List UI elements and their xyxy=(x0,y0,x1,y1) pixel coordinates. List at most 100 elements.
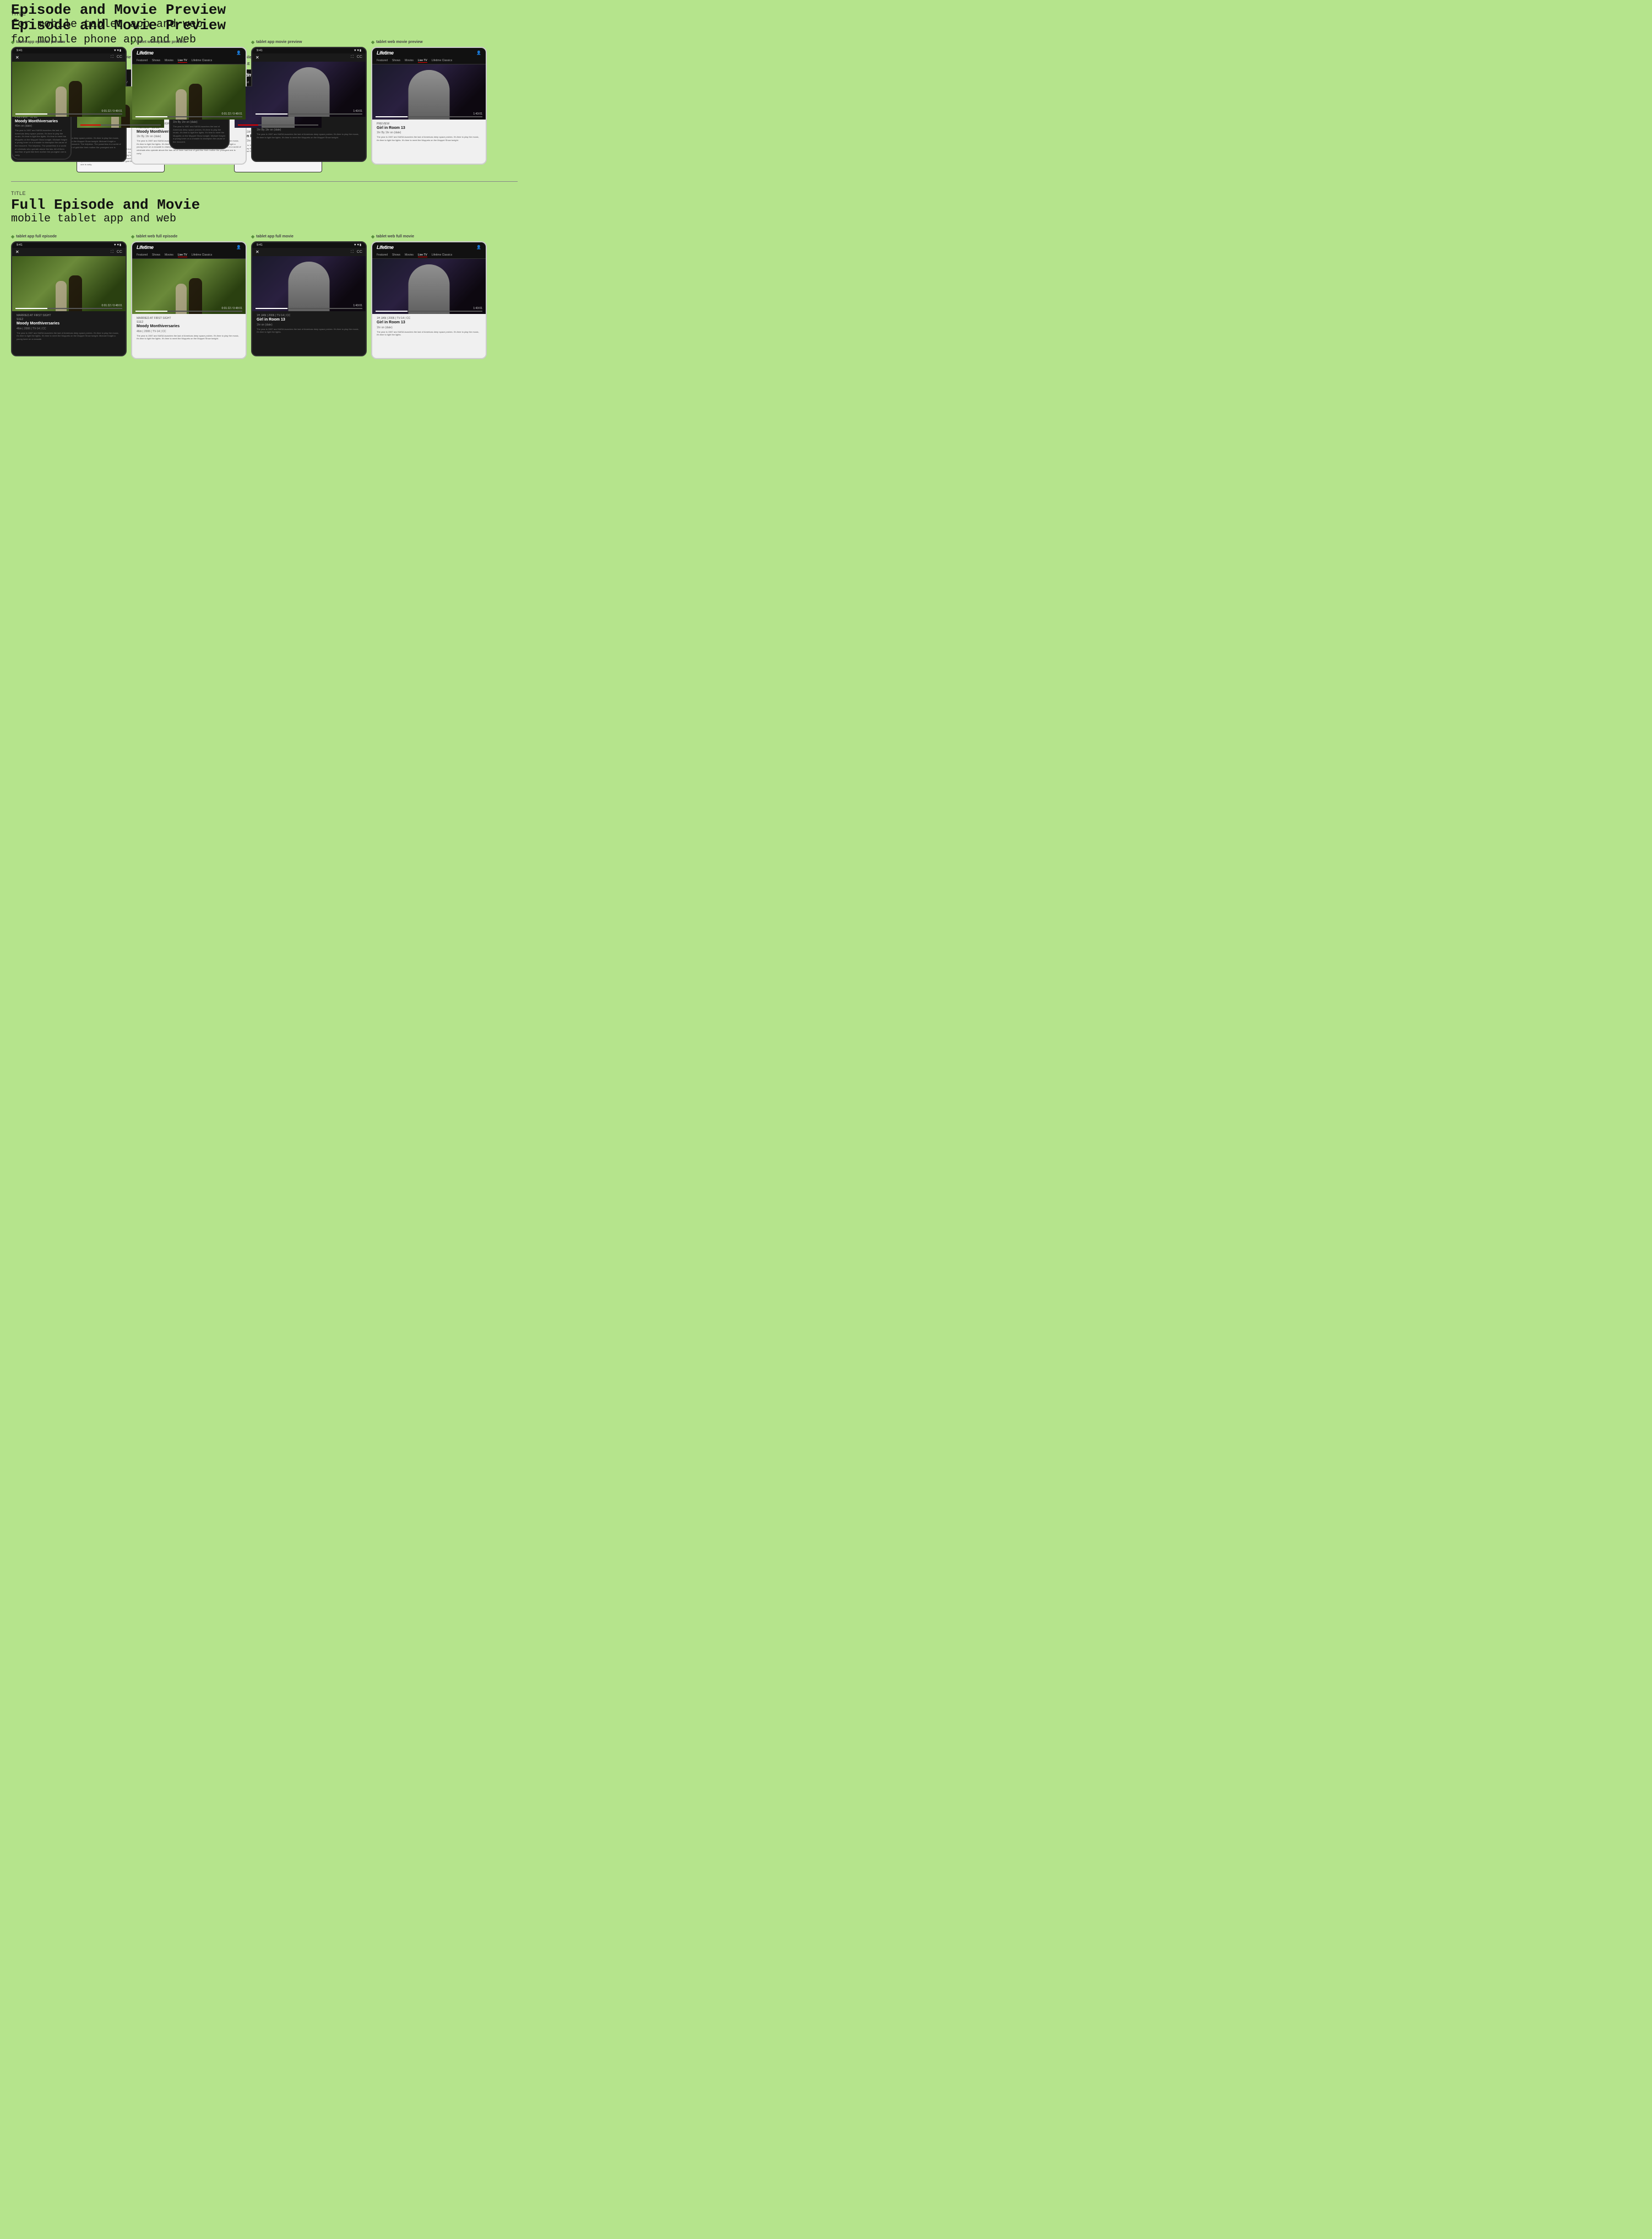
tab-web-ep-header: Lifetime 👤 xyxy=(132,48,246,58)
tablet-top-bar: ✕ ⛶ CC xyxy=(12,53,126,62)
tab-mv-close[interactable]: ✕ xyxy=(256,55,259,60)
tab-web-ep-video: 0:01:22 / 0:48:01 xyxy=(132,64,246,120)
tab-mv-cc[interactable]: ⛶ xyxy=(351,55,354,59)
twfen-featured[interactable]: Featured xyxy=(137,253,148,257)
diamond-icon-16: ◆ xyxy=(371,234,374,239)
twfmn-shows[interactable]: Shows xyxy=(392,253,400,257)
twfe-progress[interactable] xyxy=(135,311,242,312)
twn-classics[interactable]: Lifetime Classics xyxy=(192,59,213,63)
tab-web-ep-fill xyxy=(135,116,167,117)
twfe-fig2 xyxy=(189,278,202,314)
twfm-fill xyxy=(376,311,407,312)
twfe-nav: Featured Shows Movies Live TV Lifetime C… xyxy=(132,252,246,259)
tab-web-ep-progress[interactable] xyxy=(135,116,242,117)
twmn-movies[interactable]: Movies xyxy=(405,59,414,63)
twfmn-featured[interactable]: Featured xyxy=(377,253,388,257)
tab-fullscreen-icon[interactable]: CC xyxy=(117,55,122,59)
tfm-status: 9:41 ▼▼▮ xyxy=(252,242,366,248)
tab-web-mv-header: Lifetime 👤 xyxy=(372,48,486,58)
twfen-shows[interactable]: Shows xyxy=(152,253,160,257)
tab-web-user: 👤 xyxy=(236,51,241,55)
tab-web-mv-progress[interactable] xyxy=(376,116,482,117)
tab-web-mv-figure xyxy=(409,70,450,120)
card-tablet-web-movie-preview: ◆ tablet web movie preview Lifetime 👤 Fe… xyxy=(371,40,487,165)
twfe-tag: S1E2 xyxy=(137,321,241,324)
twfen-livetv[interactable]: Live TV xyxy=(178,253,187,257)
tab-mv-top-bar: ✕ ⛶ CC xyxy=(252,53,366,62)
tab-ep-time: 0:01:22 / 0:48:01 xyxy=(101,110,122,113)
twfmn-livetv[interactable]: Live TV xyxy=(418,253,427,257)
tfe-progress[interactable] xyxy=(15,308,122,309)
twfm-title: Girl in Room 13 xyxy=(377,321,481,325)
card-tablet-web-full-movie: ◆ tablet web full movie Lifetime 👤 Featu… xyxy=(371,234,487,359)
tfm-figure xyxy=(289,262,330,311)
twmv-desc: The year is 1987 and NASA launches the l… xyxy=(377,135,481,142)
tablet-full-ep: 9:41 ▼▼▮ ✕ ⛶ CC xyxy=(11,241,127,356)
twfm-progress[interactable] xyxy=(376,311,482,312)
tfm-desc: The year is 1987 and NASA launches the l… xyxy=(257,328,361,334)
tab-web-mv-video: 1:43:01 xyxy=(372,64,486,120)
tab-mv-video: 1:43:01 xyxy=(252,62,366,117)
twfen-classics[interactable]: Lifetime Classics xyxy=(192,253,213,257)
tfe-fig2 xyxy=(69,275,82,311)
tablet-ep-video: 0:01:22 / 0:48:01 xyxy=(12,62,126,117)
card-label-11: ◆ tablet app movie preview xyxy=(251,40,367,45)
twn-featured[interactable]: Featured xyxy=(137,59,148,63)
tab-top-controls: ⛶ CC xyxy=(111,55,122,59)
tab-mv-progress[interactable] xyxy=(256,113,362,115)
tab-mv-meta: 1hr By 1hr on (date) xyxy=(257,128,361,132)
tab-close-btn[interactable]: ✕ xyxy=(15,55,19,60)
twn-shows[interactable]: Shows xyxy=(152,59,160,63)
twfm-nav: Featured Shows Movies Live TV Lifetime C… xyxy=(372,252,486,259)
tfe-show: Married at First Sight xyxy=(17,314,121,317)
tfe-top-bar: ✕ ⛶ CC xyxy=(12,248,126,256)
twfe-time: 0:01:22 / 0:48:01 xyxy=(221,307,242,310)
tab-ep-fig2 xyxy=(69,81,82,117)
twfmn-movies[interactable]: Movies xyxy=(405,253,414,257)
web-progress-bar[interactable] xyxy=(80,124,161,126)
twmn-featured[interactable]: Featured xyxy=(377,59,388,63)
diamond-icon-13: ◆ xyxy=(11,234,14,239)
divider-2 xyxy=(11,181,518,182)
content-episode-desc: The year is 1987 and NASA launches the l… xyxy=(15,129,68,156)
tfe-cc[interactable]: ⛶ xyxy=(111,250,113,254)
section-label-4: Title xyxy=(11,191,518,196)
section-title-3: Episode and Movie Preview xyxy=(11,2,518,18)
tfm-close[interactable]: ✕ xyxy=(256,250,259,254)
twep-fig2 xyxy=(189,84,202,120)
twmn-classics[interactable]: Lifetime Classics xyxy=(432,59,453,63)
web-movie-progress[interactable] xyxy=(238,124,318,126)
twmv-title: Girl in Room 13 xyxy=(377,126,481,131)
twfm-figure xyxy=(409,264,450,314)
card-tablet-app-movie-preview: ◆ tablet app movie preview 9:41 ▼▼▮ ✕ ⛶ … xyxy=(251,40,367,165)
twfmn-classics[interactable]: Lifetime Classics xyxy=(432,253,453,257)
tfe-fs[interactable]: CC xyxy=(117,250,122,254)
twmn-shows[interactable]: Shows xyxy=(392,59,400,63)
card-label-10: ◆ tablet web episode preview xyxy=(131,40,247,45)
tfm-fs[interactable]: CC xyxy=(357,250,362,254)
tab-ep-progress[interactable] xyxy=(15,113,122,115)
tfm-time: 9:41 xyxy=(257,243,263,247)
twfm-content: 1h Jan | 2006 | TV-14 | CC Girl in Room … xyxy=(372,314,486,358)
twfe-fig1 xyxy=(176,284,187,314)
tfm-top-bar: ✕ ⛶ CC xyxy=(252,248,366,256)
tfe-desc: The year is 1987 and NASA launches the l… xyxy=(17,332,121,341)
tfm-controls: ⛶ CC xyxy=(351,250,362,254)
tfe-close[interactable]: ✕ xyxy=(15,250,19,254)
twfm-tag: 1h Jan | 2006 | TV-14 | CC xyxy=(377,317,481,320)
tab-mv-fill xyxy=(256,113,287,115)
tfm-time-display: 1:43:01 xyxy=(353,304,362,307)
twfen-movies[interactable]: Movies xyxy=(165,253,173,257)
tab-mv-fs[interactable]: CC xyxy=(357,55,362,59)
tab-cc-icon[interactable]: ⛶ xyxy=(111,55,113,59)
diamond-icon-12: ◆ xyxy=(371,40,374,45)
tfe-time-display: 0:01:22 / 0:48:01 xyxy=(101,304,122,307)
twfe-title: Moody Monthiversaries xyxy=(137,324,241,329)
tab-mv-time-display: 1:43:01 xyxy=(353,110,362,113)
twmn-livetv[interactable]: Live TV xyxy=(418,59,427,63)
twn-livetv[interactable]: Live TV xyxy=(178,59,187,63)
card-label-15: ◆ tablet app full movie xyxy=(251,234,367,239)
tfm-progress[interactable] xyxy=(256,308,362,309)
twn-movies[interactable]: Movies xyxy=(165,59,173,63)
tfm-cc[interactable]: ⛶ xyxy=(351,250,354,254)
